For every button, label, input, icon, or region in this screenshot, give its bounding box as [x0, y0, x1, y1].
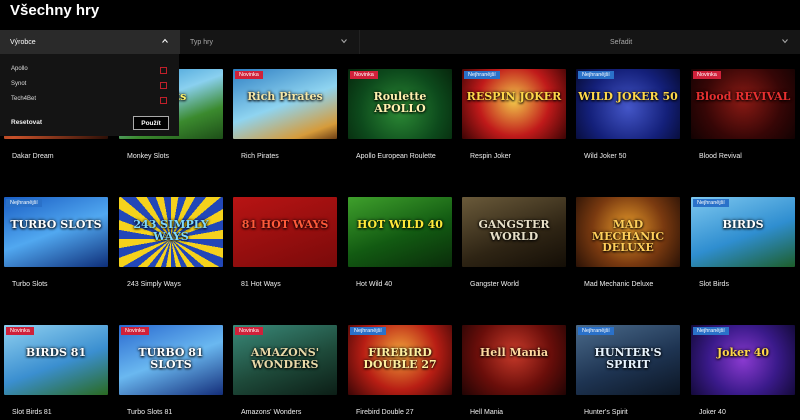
chevron-down-icon — [341, 39, 347, 44]
page-title: Všechny hry — [10, 2, 100, 19]
game-badge: Novinka — [693, 71, 721, 79]
game-logo: RESPIN JOKER — [466, 90, 562, 103]
game-thumbnail[interactable]: 81 HOT WAYS — [233, 197, 337, 267]
provider-option-tech4bet[interactable]: Tech4Bet — [11, 96, 167, 106]
provider-checkbox[interactable] — [160, 82, 167, 89]
game-title[interactable]: Gangster World — [470, 279, 566, 290]
game-logo: GANGSTER WORLD — [478, 218, 550, 243]
game-title[interactable]: Hunter's Spirit — [584, 407, 680, 418]
game-thumbnail[interactable]: RESPIN JOKER Nejhranější — [462, 69, 566, 139]
game-title[interactable]: Apollo European Roulette — [356, 151, 452, 162]
provider-dropdown: Apollo Synot Tech4Bet Resetovat Použít — [0, 54, 179, 136]
game-thumbnail[interactable]: HOT WILD 40 — [348, 197, 452, 267]
provider-option-apollo[interactable]: Apollo — [11, 66, 167, 76]
game-logo: Rich Pirates — [247, 90, 323, 103]
game-title[interactable]: Turbo Slots 81 — [127, 407, 223, 418]
game-logo: BIRDS — [722, 218, 764, 231]
provider-filter-label: Výrobce — [10, 38, 36, 46]
game-thumbnail[interactable]: Blood REVIVAL Novinka — [691, 69, 795, 139]
reset-button[interactable]: Resetovat — [11, 119, 42, 126]
game-title[interactable]: Slot Birds — [699, 279, 795, 290]
game-title[interactable]: Amazons' Wonders — [241, 407, 337, 418]
chevron-up-icon — [162, 38, 168, 43]
game-thumbnail[interactable]: GANGSTER WORLD — [462, 197, 566, 267]
game-logo: Joker 40 — [716, 346, 770, 359]
provider-option-label: Apollo — [11, 66, 28, 72]
game-logo: FIREBIRD DOUBLE 27 — [363, 346, 437, 371]
provider-filter[interactable]: Výrobce — [0, 30, 180, 54]
game-title[interactable]: Hell Mania — [470, 407, 566, 418]
game-thumbnail[interactable]: Hell Mania — [462, 325, 566, 395]
game-type-filter[interactable]: Typ hry — [180, 30, 360, 54]
game-badge: Nejhranější — [693, 327, 729, 335]
chevron-down-icon — [782, 39, 788, 44]
game-title[interactable]: Mad Mechanic Deluxe — [584, 279, 680, 290]
game-badge: Novinka — [350, 71, 378, 79]
apply-button[interactable]: Použít — [133, 116, 169, 130]
game-thumbnail[interactable]: MAD MECHANIC DELUXE — [576, 197, 680, 267]
game-logo: Blood REVIVAL — [695, 90, 791, 103]
game-badge: Nejhranější — [464, 71, 500, 79]
game-badge: Nejhranější — [578, 71, 614, 79]
game-logo: MAD MECHANIC DELUXE — [591, 218, 665, 255]
game-title[interactable]: Monkey Slots — [127, 151, 223, 162]
provider-checkbox[interactable] — [160, 97, 167, 104]
game-title[interactable]: Firebird Double 27 — [356, 407, 452, 418]
provider-option-synot[interactable]: Synot — [11, 81, 167, 91]
game-title[interactable]: 243 Simply Ways — [127, 279, 223, 290]
game-thumbnail[interactable]: HUNTER'S SPIRIT Nejhranější — [576, 325, 680, 395]
game-logo: 243 SIMPLY WAYS — [133, 218, 209, 243]
sort-filter[interactable]: Seřadit — [360, 30, 800, 54]
game-title[interactable]: Hot Wild 40 — [356, 279, 452, 290]
game-thumbnail[interactable]: Rich Pirates Novinka — [233, 69, 337, 139]
game-logo: HUNTER'S SPIRIT — [594, 346, 662, 371]
game-title[interactable]: Blood Revival — [699, 151, 795, 162]
game-thumbnail[interactable]: AMAZONS' WONDERS Novinka — [233, 325, 337, 395]
game-badge: Nejhranější — [350, 327, 386, 335]
game-title[interactable]: Dakar Dream — [12, 151, 108, 162]
game-logo: Roulette APOLLO — [373, 90, 427, 115]
game-logo: BIRDS 81 — [25, 346, 87, 359]
game-badge: Novinka — [235, 327, 263, 335]
game-type-filter-label: Typ hry — [190, 38, 213, 46]
game-title[interactable]: Respin Joker — [470, 151, 566, 162]
provider-option-label: Tech4Bet — [11, 96, 37, 102]
game-badge: Nejhranější — [578, 327, 614, 335]
game-thumbnail[interactable]: BIRDS Nejhranější — [691, 197, 795, 267]
provider-option-label: Synot — [11, 81, 27, 87]
game-logo: TURBO 81 SLOTS — [138, 346, 204, 371]
game-thumbnail[interactable]: TURBO 81 SLOTS Novinka — [119, 325, 223, 395]
game-thumbnail[interactable]: FIREBIRD DOUBLE 27 Nejhranější — [348, 325, 452, 395]
game-badge: Nejhranější — [6, 199, 42, 207]
game-logo: TURBO SLOTS — [10, 218, 102, 231]
game-title[interactable]: Wild Joker 50 — [584, 151, 680, 162]
game-logo: HOT WILD 40 — [357, 218, 443, 231]
game-logo: Hell Mania — [479, 346, 549, 359]
game-badge: Nejhranější — [693, 199, 729, 207]
game-logo: 81 HOT WAYS — [241, 218, 329, 231]
game-logo: AMAZONS' WONDERS — [250, 346, 320, 371]
game-badge: Novinka — [121, 327, 149, 335]
game-thumbnail[interactable]: BIRDS 81 Novinka — [4, 325, 108, 395]
game-title[interactable]: Turbo Slots — [12, 279, 108, 290]
game-title[interactable]: Rich Pirates — [241, 151, 337, 162]
game-logo: WILD JOKER 50 — [578, 90, 678, 103]
game-title[interactable]: 81 Hot Ways — [241, 279, 337, 290]
game-title[interactable]: Slot Birds 81 — [12, 407, 108, 418]
filter-bar: Výrobce Typ hry Seřadit — [0, 30, 800, 54]
game-thumbnail[interactable]: 243 SIMPLY WAYS — [119, 197, 223, 267]
game-thumbnail[interactable]: Joker 40 Nejhranější — [691, 325, 795, 395]
game-badge: Novinka — [235, 71, 263, 79]
game-thumbnail[interactable]: Roulette APOLLO Novinka — [348, 69, 452, 139]
provider-checkbox[interactable] — [160, 67, 167, 74]
game-title[interactable]: Joker 40 — [699, 407, 795, 418]
sort-filter-label: Seřadit — [610, 38, 633, 46]
game-thumbnail[interactable]: WILD JOKER 50 Nejhranější — [576, 69, 680, 139]
game-badge: Novinka — [6, 327, 34, 335]
game-thumbnail[interactable]: TURBO SLOTS Nejhranější — [4, 197, 108, 267]
